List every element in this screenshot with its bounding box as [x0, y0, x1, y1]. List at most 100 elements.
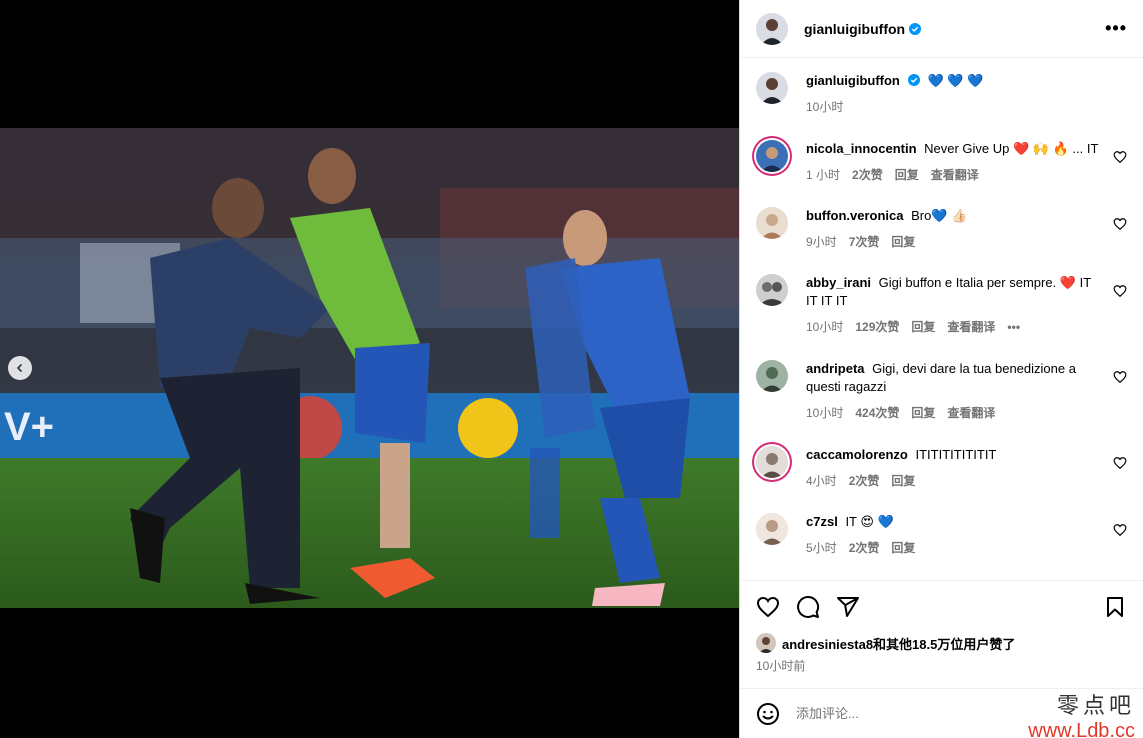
comment-time: 10小时 — [806, 406, 844, 420]
reply-button[interactable]: 回复 — [891, 472, 915, 490]
watermark-url: www.Ldb.cc — [1028, 720, 1135, 738]
caption-body: gianluigibuffon 💙 💙 💙 10小时 — [806, 72, 1127, 116]
liker-avatar — [756, 633, 776, 653]
celebration-photo-illustration: V+ — [0, 128, 739, 608]
comments-list: gianluigibuffon 💙 💙 💙 10小时 nicola_innoce… — [740, 58, 1143, 580]
reply-button[interactable]: 回复 — [911, 404, 935, 422]
comment-item: c7zsl IT 😍 💙 5小时 2次赞 回复 — [756, 513, 1127, 580]
comment-meta: 10小时 424次赞 回复 查看翻译 — [806, 404, 1099, 422]
person-avatar-icon — [756, 140, 788, 172]
comment-text: IT 😍 💙 — [845, 514, 894, 529]
translate-button[interactable]: 查看翻译 — [947, 318, 995, 336]
comment-likes[interactable]: 424次赞 — [855, 404, 899, 422]
comment-username[interactable]: nicola_innocentin — [806, 141, 917, 156]
post-header: gianluigibuffon ••• — [740, 0, 1143, 58]
site-watermark: 零点吧 www.Ldb.cc — [1028, 688, 1135, 738]
commenter-avatar[interactable] — [756, 207, 788, 239]
post-actions: andresiniesta8和其他18.5万位用户赞了 10小时前 — [740, 580, 1143, 688]
comment-item: abby_irani Gigi buffon e Italia per semp… — [756, 274, 1127, 360]
comment-item: buffon.veronica Bro💙 👍🏻 9小时 7次赞 回复 — [756, 207, 1127, 274]
share-icon[interactable] — [836, 595, 860, 619]
comment-time: 9小时 — [806, 235, 837, 249]
commenter-avatar[interactable] — [756, 274, 788, 306]
post-media-pane: V+ — [0, 0, 739, 738]
comment-username[interactable]: buffon.veronica — [806, 208, 904, 223]
comment-username[interactable]: c7zsl — [806, 514, 838, 529]
comment-username[interactable]: caccamolorenzo — [806, 447, 908, 462]
smiley-icon[interactable] — [756, 702, 780, 726]
person-avatar-icon — [756, 446, 788, 478]
comment-likes[interactable]: 2次赞 — [849, 539, 880, 557]
comment-username[interactable]: andripeta — [806, 361, 865, 376]
chevron-left-icon — [16, 363, 23, 373]
caption-avatar[interactable] — [756, 72, 788, 104]
comment-meta: 4小时 2次赞 回复 — [806, 472, 1099, 490]
comment-item: andripeta Gigi, devi dare la tua benediz… — [756, 360, 1127, 446]
comment-like-heart-icon[interactable] — [1113, 150, 1127, 164]
caption-time: 10小时 — [806, 100, 844, 114]
comment-body: abby_irani Gigi buffon e Italia per semp… — [806, 274, 1127, 336]
person-avatar-icon — [756, 72, 788, 104]
comment-likes[interactable]: 2次赞 — [849, 472, 880, 490]
comment-icon[interactable] — [796, 595, 820, 619]
person-avatar-icon — [756, 207, 788, 239]
comment-body: nicola_innocentin Never Give Up ❤️ 🙌 🔥 .… — [806, 140, 1127, 184]
person-avatar-icon — [756, 633, 776, 653]
comment-username[interactable]: abby_irani — [806, 275, 871, 290]
reply-button[interactable]: 回复 — [895, 166, 919, 184]
reply-button[interactable]: 回复 — [911, 318, 935, 336]
post-timestamp: 10小时前 — [756, 659, 806, 673]
comment-time: 4小时 — [806, 474, 837, 488]
commenter-avatar[interactable] — [756, 513, 788, 545]
translate-button[interactable]: 查看翻译 — [947, 404, 995, 422]
author-username[interactable]: gianluigibuffon — [804, 21, 905, 37]
more-options-icon[interactable]: ••• — [1105, 18, 1127, 39]
comment-input[interactable] — [796, 706, 996, 721]
post-detail-panel: gianluigibuffon ••• gianluigibuffon 💙 💙 … — [739, 0, 1143, 738]
heart-icon[interactable] — [756, 595, 780, 619]
comment-more-icon[interactable]: ••• — [1007, 318, 1020, 336]
post-photo[interactable]: V+ — [0, 128, 739, 608]
comment-time: 5小时 — [806, 541, 837, 555]
comment-like-heart-icon[interactable] — [1113, 523, 1127, 537]
comment-time: 10小时 — [806, 320, 844, 334]
comment-text: Never Give Up ❤️ 🙌 🔥 ... IT — [924, 141, 1099, 156]
commenter-avatar[interactable] — [756, 140, 788, 172]
reply-button[interactable]: 回复 — [891, 539, 915, 557]
comment-text: Bro💙 👍🏻 — [911, 208, 968, 223]
comment-body: buffon.veronica Bro💙 👍🏻 9小时 7次赞 回复 — [806, 207, 1127, 251]
reply-button[interactable]: 回复 — [891, 233, 915, 251]
comment-meta: 9小时 7次赞 回复 — [806, 233, 1099, 251]
comment-likes[interactable]: 7次赞 — [849, 233, 880, 251]
comment-like-heart-icon[interactable] — [1113, 284, 1127, 298]
caption-meta: 10小时 — [806, 98, 1099, 116]
bookmark-icon[interactable] — [1103, 595, 1127, 619]
comment-like-heart-icon[interactable] — [1113, 217, 1127, 231]
person-avatar-icon — [756, 12, 788, 45]
watermark-chinese: 零点吧 — [1056, 694, 1135, 719]
commenter-avatar[interactable] — [756, 446, 788, 478]
likes-text: andresiniesta8和其他18.5万位用户赞了 — [782, 636, 1016, 652]
caption-username[interactable]: gianluigibuffon — [806, 73, 900, 88]
caption-text: 💙 💙 💙 — [927, 73, 984, 88]
comment-meta: 10小时 129次赞 回复 查看翻译 ••• — [806, 318, 1099, 336]
comment-like-heart-icon[interactable] — [1113, 456, 1127, 470]
svg-text:V+: V+ — [4, 405, 54, 449]
comment-likes[interactable]: 129次赞 — [855, 318, 899, 336]
carousel-prev-button[interactable] — [8, 356, 32, 380]
comment-like-heart-icon[interactable] — [1113, 370, 1127, 384]
comment-text: ITITITITITITIT — [915, 447, 997, 462]
comment-likes[interactable]: 2次赞 — [852, 166, 883, 184]
comment-meta: 5小时 2次赞 回复 — [806, 539, 1099, 557]
translate-button[interactable]: 查看翻译 — [931, 166, 979, 184]
verified-badge-icon — [907, 74, 920, 86]
comment-meta: 1 小时 2次赞 回复 查看翻译 — [806, 166, 1099, 184]
comment-body: c7zsl IT 😍 💙 5小时 2次赞 回复 — [806, 513, 1127, 557]
comment-time: 1 小时 — [806, 168, 841, 182]
author-avatar[interactable] — [756, 12, 788, 45]
likes-summary[interactable]: andresiniesta8和其他18.5万位用户赞了 — [740, 619, 1143, 653]
comment-body: andripeta Gigi, devi dare la tua benediz… — [806, 360, 1127, 422]
person-avatar-icon — [756, 360, 788, 392]
action-icon-bar — [740, 581, 1143, 619]
commenter-avatar[interactable] — [756, 360, 788, 392]
